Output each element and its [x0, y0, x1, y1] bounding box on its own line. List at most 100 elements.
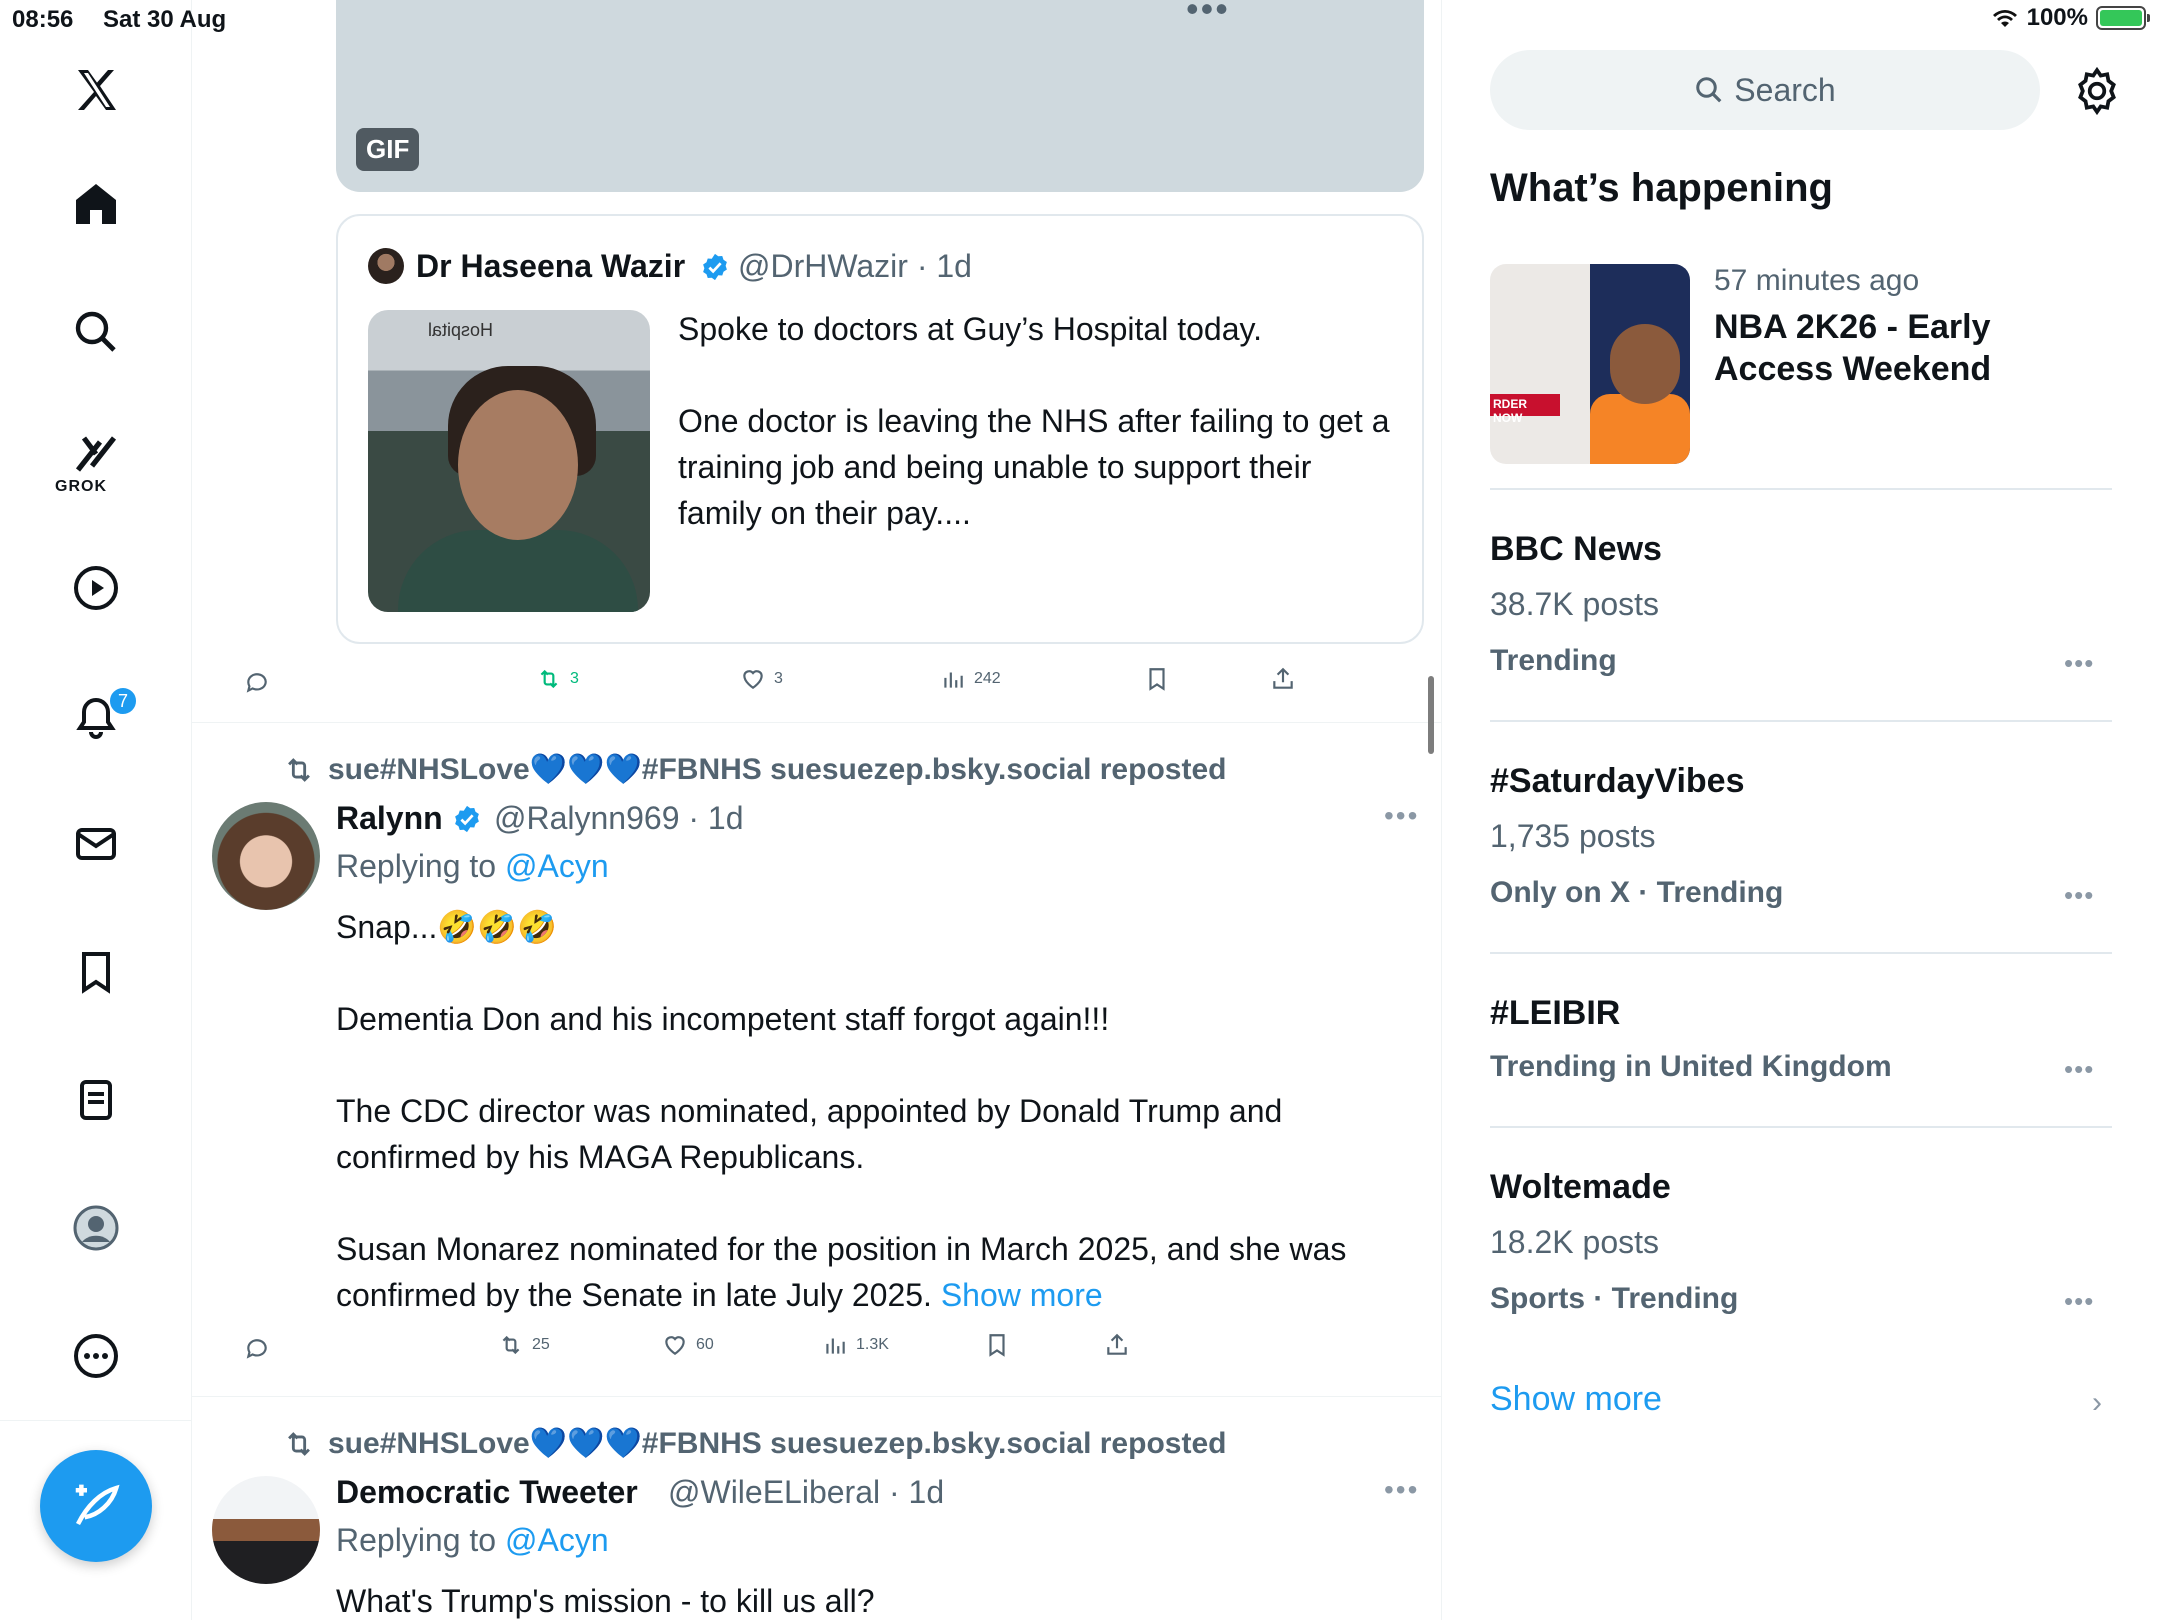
- author-handle: @WileELiberal · 1d: [668, 1474, 945, 1510]
- gear-icon[interactable]: [2072, 66, 2122, 116]
- heart-icon: [743, 670, 763, 689]
- quote-text: Spoke to doctors at Guy’s Hospital today…: [678, 311, 1390, 531]
- views-button[interactable]: 242: [940, 666, 1001, 692]
- views-icon: [944, 672, 963, 688]
- views-icon: [826, 1338, 845, 1354]
- trend-divider: [1490, 1126, 2112, 1128]
- reposted-by[interactable]: sue#NHSLove💙💙💙#FBNHS suesuezep.bsky.soci…: [282, 1426, 1226, 1461]
- bookmark-button[interactable]: [1144, 666, 1170, 692]
- share-button[interactable]: [1104, 1332, 1130, 1358]
- tweet-divider: [192, 722, 1441, 723]
- notification-badge: 7: [108, 686, 138, 716]
- bookmark-icon: [1149, 668, 1165, 691]
- grok-icon[interactable]: [66, 424, 126, 484]
- search-placeholder: Search: [1734, 71, 1836, 108]
- trend-divider: [1490, 952, 2112, 954]
- trend-more-icon[interactable]: •••: [2064, 648, 2094, 679]
- video-icon[interactable]: [66, 558, 126, 618]
- trend-count: 18.2K posts: [1490, 1224, 1659, 1260]
- trend-divider: [1490, 488, 2112, 490]
- like-count: 3: [774, 670, 783, 687]
- grok-label: GROK: [55, 478, 107, 495]
- trend-name: #SaturdayVibes: [1490, 762, 1745, 800]
- trend-more-icon[interactable]: •••: [2064, 1054, 2094, 1085]
- scrollbar[interactable]: [1428, 676, 1434, 754]
- trend-time: 57 minutes ago: [1714, 264, 1920, 297]
- quoted-tweet[interactable]: Dr Haseena Wazir @DrHWazir · 1d Hospital…: [336, 214, 1424, 644]
- status-date: Sat 30 Aug: [103, 6, 227, 33]
- trend-more-icon[interactable]: •••: [2064, 880, 2094, 911]
- like-count: 60: [696, 1336, 714, 1353]
- compose-button[interactable]: [40, 1450, 152, 1562]
- trend-name: #LEIBIR: [1490, 994, 1621, 1032]
- avatar[interactable]: [212, 1476, 320, 1584]
- repost-button[interactable]: 25: [498, 1332, 550, 1358]
- timeline-feed[interactable]: ••• GIF Dr Haseena Wazir @DrHWazir · 1d …: [192, 0, 1442, 1620]
- compose-feather-icon: [75, 1484, 120, 1526]
- x-logo-icon[interactable]: [66, 60, 126, 120]
- search-input[interactable]: Search: [1490, 50, 2040, 130]
- more-icon[interactable]: [66, 1326, 126, 1386]
- replying-to-prefix: Replying to: [336, 1522, 505, 1558]
- reply-button[interactable]: [244, 1336, 270, 1362]
- whats-happening-title: What’s happening: [1490, 166, 1833, 210]
- tweet-body: Snap...🤣🤣🤣 Dementia Don and his incompet…: [336, 909, 1347, 1313]
- tweet-more-icon[interactable]: •••: [1384, 1474, 1419, 1506]
- show-more-link[interactable]: Show more: [1490, 1380, 1662, 1419]
- trend-divider: [1490, 720, 2112, 722]
- repost-icon: [288, 757, 310, 782]
- trend-more-icon[interactable]: •••: [2064, 1286, 2094, 1317]
- chevron-right-icon: ›: [2092, 1386, 2102, 1419]
- quote-photo[interactable]: Hospital: [368, 310, 650, 612]
- replying-to-link[interactable]: @Acyn: [505, 848, 609, 884]
- reposted-by-text: sue#NHSLove💙💙💙#FBNHS suesuezep.bsky.soci…: [328, 753, 1227, 786]
- author-name[interactable]: Democratic Tweeter: [336, 1474, 638, 1511]
- views-count: 242: [974, 670, 1001, 687]
- like-button[interactable]: 3: [740, 666, 783, 692]
- wifi-icon: [1992, 10, 2017, 27]
- trend-meta: Trending: [1490, 644, 1617, 677]
- search-icon[interactable]: [66, 302, 126, 362]
- repost-icon: [288, 1431, 310, 1456]
- quote-author-handle: @DrHWazir · 1d: [738, 248, 972, 284]
- mail-icon[interactable]: [66, 814, 126, 874]
- repost-icon: [502, 1335, 520, 1355]
- trend-count: 1,735 posts: [1490, 818, 1656, 854]
- verified-icon: [703, 253, 727, 281]
- quote-author-name[interactable]: Dr Haseena Wazir: [416, 248, 685, 285]
- profile-icon[interactable]: [66, 1198, 126, 1258]
- avatar[interactable]: [212, 802, 320, 910]
- heart-icon: [665, 1336, 685, 1355]
- views-button[interactable]: 1.3K: [822, 1332, 889, 1358]
- reply-icon: [246, 1339, 267, 1359]
- author-name[interactable]: Ralynn: [336, 800, 443, 837]
- repost-button[interactable]: 3: [536, 666, 579, 692]
- replying-to: Replying to @Acyn: [336, 848, 609, 885]
- show-more-link[interactable]: Show more: [941, 1277, 1103, 1313]
- bookmark-icon: [989, 1334, 1005, 1357]
- bookmark-icon[interactable]: [66, 942, 126, 1002]
- reposted-by[interactable]: sue#NHSLove💙💙💙#FBNHS suesuezep.bsky.soci…: [282, 752, 1226, 787]
- trend-meta: Only on X · Trending: [1490, 876, 1784, 909]
- bookmark-button[interactable]: [984, 1332, 1010, 1358]
- list-icon[interactable]: [66, 1070, 126, 1130]
- home-icon[interactable]: [66, 174, 126, 234]
- like-button[interactable]: 60: [662, 1332, 714, 1358]
- trend-meta: Trending in United Kingdom: [1490, 1050, 1892, 1083]
- battery-icon: [2096, 6, 2150, 30]
- search-icon: [1696, 77, 1722, 103]
- replying-to: Replying to @Acyn: [336, 1522, 609, 1559]
- reply-button[interactable]: [244, 670, 270, 696]
- tweet-more-icon[interactable]: •••: [1384, 800, 1419, 832]
- share-icon: [1107, 1333, 1127, 1355]
- share-icon: [1273, 667, 1293, 689]
- tweet-text: What's Trump's mission - to kill us all?: [336, 1583, 875, 1619]
- trend-image[interactable]: RDER NOW: [1490, 264, 1690, 464]
- trend-title[interactable]: NBA 2K26 - Early Access Weekend: [1714, 306, 2054, 390]
- status-bar: 08:56 Sat 30 Aug 100%: [0, 0, 2160, 40]
- replying-to-link[interactable]: @Acyn: [505, 1522, 609, 1558]
- replying-to-prefix: Replying to: [336, 848, 505, 884]
- share-button[interactable]: [1270, 666, 1296, 692]
- trend-name: BBC News: [1490, 530, 1662, 568]
- status-time: 08:56: [12, 6, 74, 33]
